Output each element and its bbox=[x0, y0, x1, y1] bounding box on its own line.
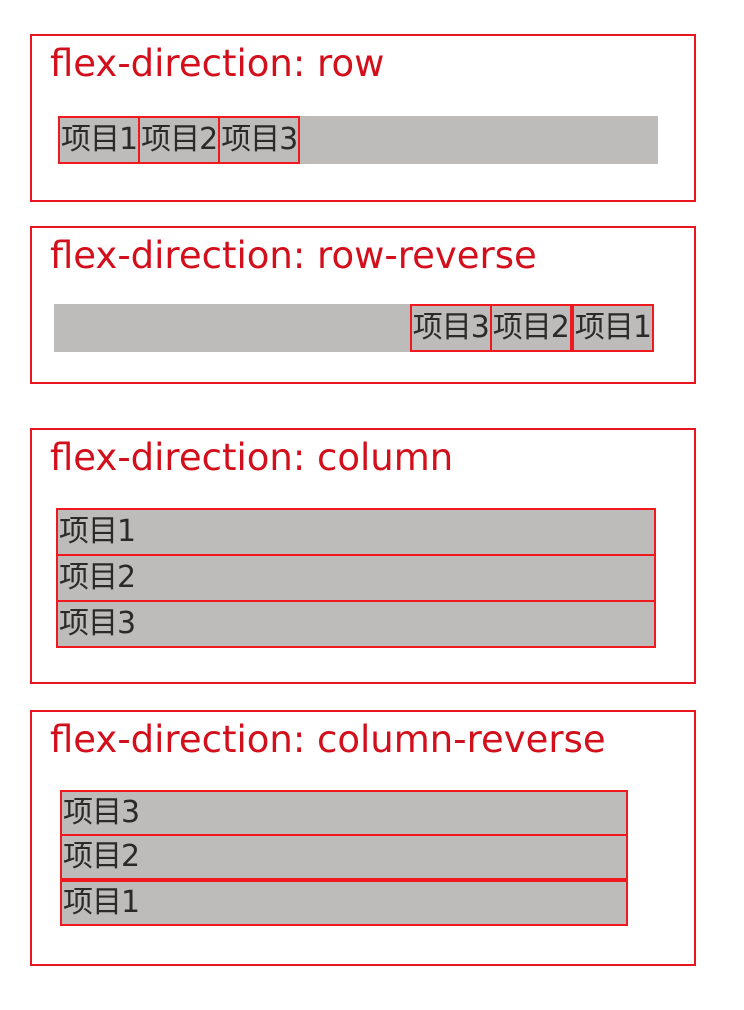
flex-item-2: 项目2 bbox=[56, 554, 656, 602]
panel-title: flex-direction: row-reverse bbox=[50, 234, 537, 277]
flex-item-1: 项目1 bbox=[56, 508, 656, 556]
flex-item-2: 项目2 bbox=[489, 304, 572, 352]
flex-item-1: 项目1 bbox=[60, 880, 628, 926]
flex-container-column-reverse: 项目1 项目2 项目3 bbox=[60, 790, 628, 926]
flex-container-row: 项目1 项目2 项目3 bbox=[58, 116, 658, 164]
flex-item-3: 项目3 bbox=[409, 304, 492, 352]
flex-item-2: 项目2 bbox=[60, 834, 628, 880]
panel-flex-column: flex-direction: column 项目1 项目2 项目3 bbox=[30, 428, 696, 684]
flex-item-3: 项目3 bbox=[56, 600, 656, 648]
panel-flex-row-reverse: flex-direction: row-reverse 项目1 项目2 项目3 bbox=[30, 226, 696, 384]
panel-flex-row: flex-direction: row 项目1 项目2 项目3 bbox=[30, 34, 696, 202]
flex-item-3: 项目3 bbox=[218, 116, 301, 164]
flex-item-1: 项目1 bbox=[58, 116, 141, 164]
panel-title: flex-direction: column-reverse bbox=[50, 718, 606, 761]
flex-container-column: 项目1 项目2 项目3 bbox=[56, 508, 656, 648]
flex-item-1: 项目1 bbox=[571, 304, 654, 352]
flex-container-row-reverse: 项目1 项目2 项目3 bbox=[54, 304, 654, 352]
panel-title: flex-direction: row bbox=[50, 42, 385, 85]
panel-flex-column-reverse: flex-direction: column-reverse 项目1 项目2 项… bbox=[30, 710, 696, 966]
flex-item-3: 项目3 bbox=[60, 790, 628, 836]
panel-title: flex-direction: column bbox=[50, 436, 454, 479]
flex-item-2: 项目2 bbox=[138, 116, 221, 164]
